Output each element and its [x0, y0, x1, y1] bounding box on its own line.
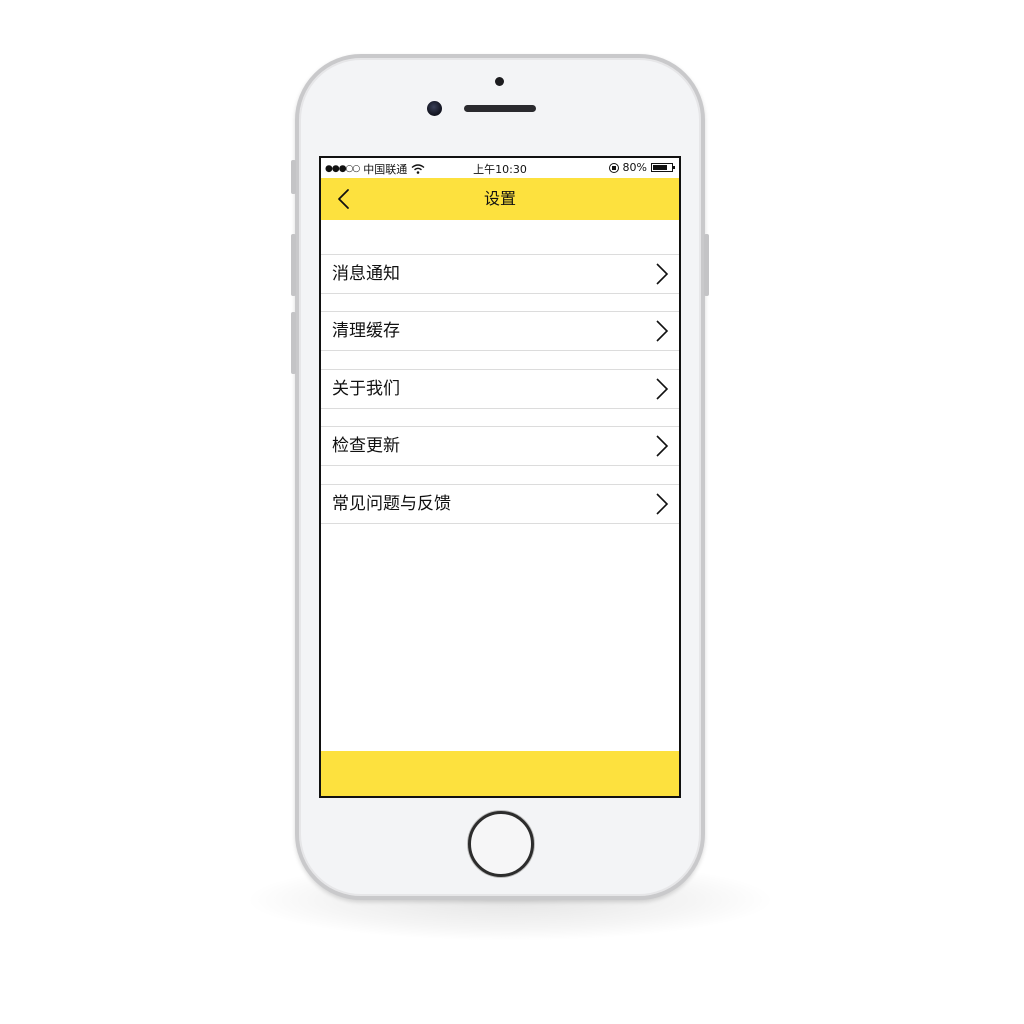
settings-item-notifications[interactable]: 消息通知	[321, 254, 679, 294]
power-button	[704, 234, 709, 296]
chevron-right-icon	[656, 435, 669, 457]
chevron-right-icon	[656, 493, 669, 515]
settings-item-label: 消息通知	[332, 264, 400, 284]
chevron-right-icon	[656, 263, 669, 285]
settings-item-faq-feedback[interactable]: 常见问题与反馈	[321, 484, 679, 524]
footer-bar	[321, 751, 679, 796]
proximity-sensor	[495, 77, 504, 86]
home-button[interactable]	[468, 811, 534, 877]
status-bar: ●●●○○ 中国联通 上午10:30 80%	[321, 158, 679, 178]
page-title: 设置	[483, 189, 516, 208]
orientation-lock-icon	[608, 162, 619, 173]
battery-icon	[651, 163, 675, 172]
status-right: 80%	[608, 161, 675, 174]
battery-level	[653, 165, 667, 170]
chevron-left-icon	[338, 189, 349, 209]
settings-item-label: 清理缓存	[332, 321, 400, 341]
settings-item-check-update[interactable]: 检查更新	[321, 426, 679, 466]
settings-item-about-us[interactable]: 关于我们	[321, 369, 679, 409]
settings-item-label: 检查更新	[332, 436, 400, 456]
settings-item-label: 关于我们	[332, 379, 400, 399]
earpiece-speaker	[464, 105, 536, 112]
settings-item-label: 常见问题与反馈	[332, 494, 451, 514]
phone-screen: ●●●○○ 中国联通 上午10:30 80% 设置 消息通知 清理缓存 关于我们…	[319, 156, 681, 798]
mute-switch	[291, 160, 296, 194]
volume-up-button	[291, 234, 296, 296]
volume-down-button	[291, 312, 296, 374]
back-button[interactable]	[333, 187, 357, 211]
nav-bar: 设置	[321, 178, 679, 220]
chevron-right-icon	[656, 378, 669, 400]
settings-item-clear-cache[interactable]: 清理缓存	[321, 311, 679, 351]
battery-percent: 80%	[622, 161, 647, 174]
front-camera	[427, 101, 442, 116]
chevron-right-icon	[656, 320, 669, 342]
